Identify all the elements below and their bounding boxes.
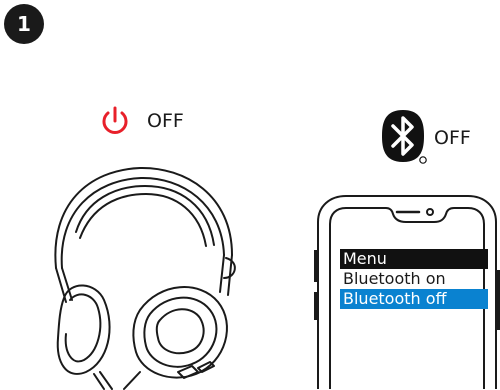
menu-item-bluetooth-off[interactable]: Bluetooth off bbox=[340, 289, 488, 309]
phone-menu: Menu Bluetooth on Bluetooth off bbox=[340, 249, 488, 309]
menu-header: Menu bbox=[340, 249, 488, 269]
bluetooth-icon bbox=[382, 110, 427, 164]
headphones-illustration bbox=[54, 166, 236, 390]
step-number-badge: 1 bbox=[4, 4, 44, 44]
menu-item-bluetooth-on[interactable]: Bluetooth on bbox=[340, 269, 488, 289]
bluetooth-state-label: OFF bbox=[434, 127, 471, 149]
power-state-label: OFF bbox=[147, 110, 184, 132]
power-icon bbox=[102, 106, 128, 134]
